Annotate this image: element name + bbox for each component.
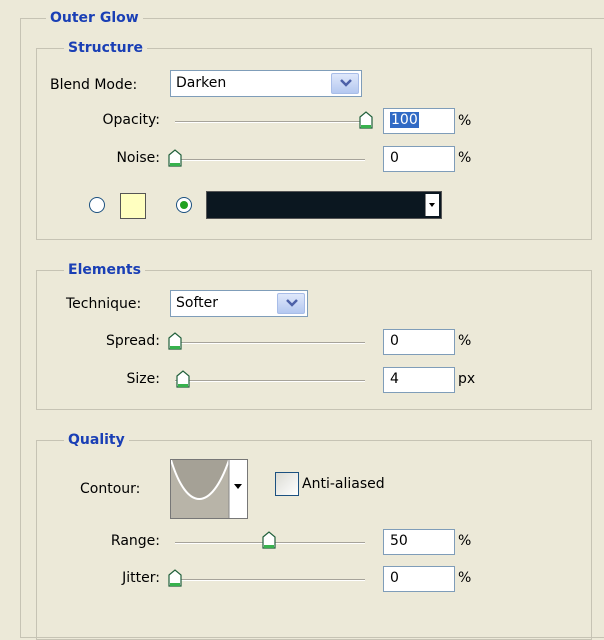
spread-label: Spread: [105,333,160,349]
solid-color-radio[interactable] [89,197,105,213]
opacity-value: 100 [390,112,419,128]
blend-mode-select[interactable]: Darken [170,70,362,97]
jitter-slider-thumb[interactable] [168,569,182,587]
jitter-input[interactable]: 0 [383,566,455,592]
chevron-down-icon[interactable] [331,73,359,94]
range-slider-thumb[interactable] [262,531,276,549]
size-input[interactable]: 4 [383,367,455,393]
jitter-unit: % [458,570,472,586]
opacity-input[interactable]: 100 [383,108,455,134]
noise-unit: % [458,150,472,166]
size-label: Size: [126,371,160,387]
range-input[interactable]: 50 [383,529,455,555]
contour-picker[interactable] [170,459,248,519]
spread-slider-track[interactable] [175,342,365,344]
anti-aliased-checkbox[interactable] [275,472,299,496]
jitter-label: Jitter: [122,570,160,586]
chevron-down-icon[interactable] [277,293,305,314]
technique-label: Technique: [66,296,142,312]
opacity-slider-track[interactable] [175,121,365,123]
anti-aliased-label: Anti-aliased [302,476,385,492]
spread-slider-thumb[interactable] [168,332,182,350]
size-slider-track[interactable] [175,380,365,382]
noise-slider-track[interactable] [175,159,365,161]
technique-value: Softer [176,295,218,311]
blend-mode-label: Blend Mode: [50,77,138,93]
gradient-radio[interactable] [176,197,192,213]
outer-glow-title: Outer Glow [46,10,143,26]
quality-title: Quality [64,432,129,448]
size-slider-thumb[interactable] [176,370,190,388]
technique-select[interactable]: Softer [170,290,308,317]
noise-label: Noise: [116,150,160,166]
blend-mode-value: Darken [176,75,227,91]
structure-title: Structure [64,40,148,56]
range-unit: % [458,533,472,549]
noise-input[interactable]: 0 [383,146,455,172]
glow-gradient-picker[interactable] [206,191,442,219]
gradient-dropdown-button[interactable] [425,194,439,216]
range-label: Range: [110,533,160,549]
spread-unit: % [458,333,472,349]
jitter-slider-track[interactable] [175,579,365,581]
elements-title: Elements [64,262,145,278]
opacity-unit: % [458,113,472,129]
spread-input[interactable]: 0 [383,329,455,355]
glow-color-swatch[interactable] [120,193,146,219]
contour-label: Contour: [80,481,141,497]
noise-slider-thumb[interactable] [168,149,182,167]
opacity-slider-thumb[interactable] [359,111,373,129]
opacity-label: Opacity: [102,112,160,128]
size-unit: px [458,371,476,387]
